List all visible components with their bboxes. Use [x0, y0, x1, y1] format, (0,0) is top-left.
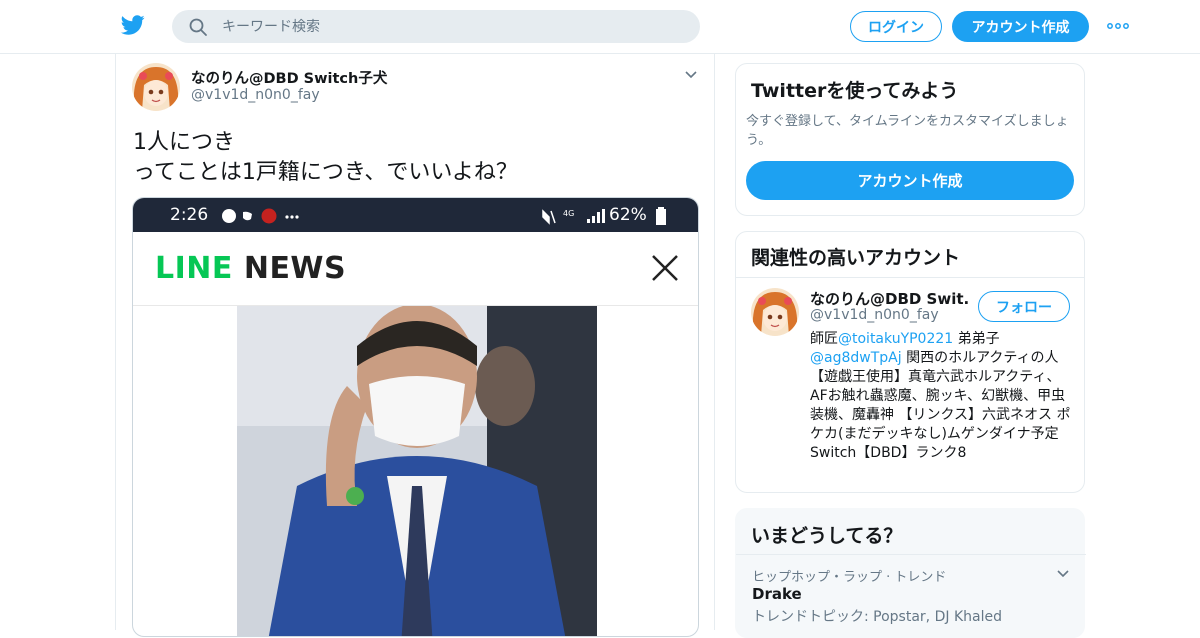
line-news-logo: LINE NEWS: [155, 251, 347, 286]
mention-link[interactable]: @ag8dwTpAj: [810, 350, 902, 366]
signal-icons: 4G: [542, 209, 605, 225]
signup-button[interactable]: アカウント作成: [952, 11, 1089, 42]
card-title: Twitterを使ってみよう: [751, 80, 959, 102]
account-name[interactable]: なのりん@DBD Swit...: [810, 288, 970, 309]
card-body: 今すぐ登録して、タイムラインをカスタマイズしましょう。: [746, 114, 1069, 148]
mention-link[interactable]: @toitakuYP0221: [838, 331, 953, 347]
search-bar[interactable]: [172, 10, 700, 43]
divider: [736, 277, 1084, 278]
more-dots-icon[interactable]: [1106, 16, 1130, 36]
news-photo: [237, 306, 597, 636]
avatar[interactable]: [751, 288, 799, 336]
card-title: いまどうしてる？: [751, 525, 903, 547]
trends-card: いまどうしてる？ ヒップホップ・ラップ · トレンド Drake トレンドトピッ…: [735, 508, 1086, 638]
phone-status-bar: 2:26 4G 62%: [133, 198, 698, 232]
author-name[interactable]: なのりん@DBD Switch子犬: [191, 67, 387, 88]
top-bar: ログイン アカウント作成: [0, 0, 1200, 54]
svg-text:4G: 4G: [563, 209, 574, 218]
chevron-down-icon[interactable]: [1056, 567, 1070, 581]
login-button[interactable]: ログイン: [850, 11, 942, 42]
status-time: 2:26: [170, 205, 209, 225]
create-account-button[interactable]: アカウント作成: [746, 161, 1074, 200]
chevron-down-icon[interactable]: [684, 68, 698, 82]
author-handle[interactable]: @v1v1d_n0n0_fay: [191, 87, 320, 103]
tweet-media[interactable]: 2:26 4G 62% LINE NEWS: [132, 197, 699, 637]
account-handle[interactable]: @v1v1d_n0n0_fay: [810, 307, 939, 323]
try-twitter-card: Twitterを使ってみよう 今すぐ登録して、タイムラインをカスタマイズしましょ…: [735, 63, 1085, 216]
twitter-bird-icon[interactable]: [120, 13, 146, 37]
search-icon: [189, 18, 207, 36]
status-app-icons: [222, 208, 299, 224]
status-battery: 62%: [609, 205, 647, 225]
trend-subtitle: トレンドトピック: Popstar, DJ Khaled: [752, 609, 1002, 625]
avatar[interactable]: [132, 63, 180, 111]
line-news-header: LINE NEWS: [133, 232, 698, 306]
card-title: 関連性の高いアカウント: [751, 247, 961, 269]
trend-context: ヒップホップ・ラップ · トレンド: [752, 570, 947, 585]
close-icon[interactable]: [650, 253, 680, 283]
follow-button[interactable]: フォロー: [978, 291, 1070, 322]
search-input[interactable]: [222, 10, 682, 43]
tweet-column: なのりん@DBD Switch子犬 @v1v1d_n0n0_fay 1人につき …: [115, 54, 715, 637]
tweet-text: 1人につき ってことは1戸籍につき、でいいよね？: [133, 130, 518, 185]
trend-topic[interactable]: Drake: [752, 585, 802, 603]
account-bio: 師匠@toitakuYP0221 弟弟子 @ag8dwTpAj 関西のホルアクテ…: [810, 331, 1071, 461]
divider: [736, 554, 1086, 555]
battery-icon: [656, 207, 666, 225]
related-accounts-card: 関連性の高いアカウント なのりん@DBD Swit... @v1v1d_n0n0…: [735, 231, 1085, 493]
